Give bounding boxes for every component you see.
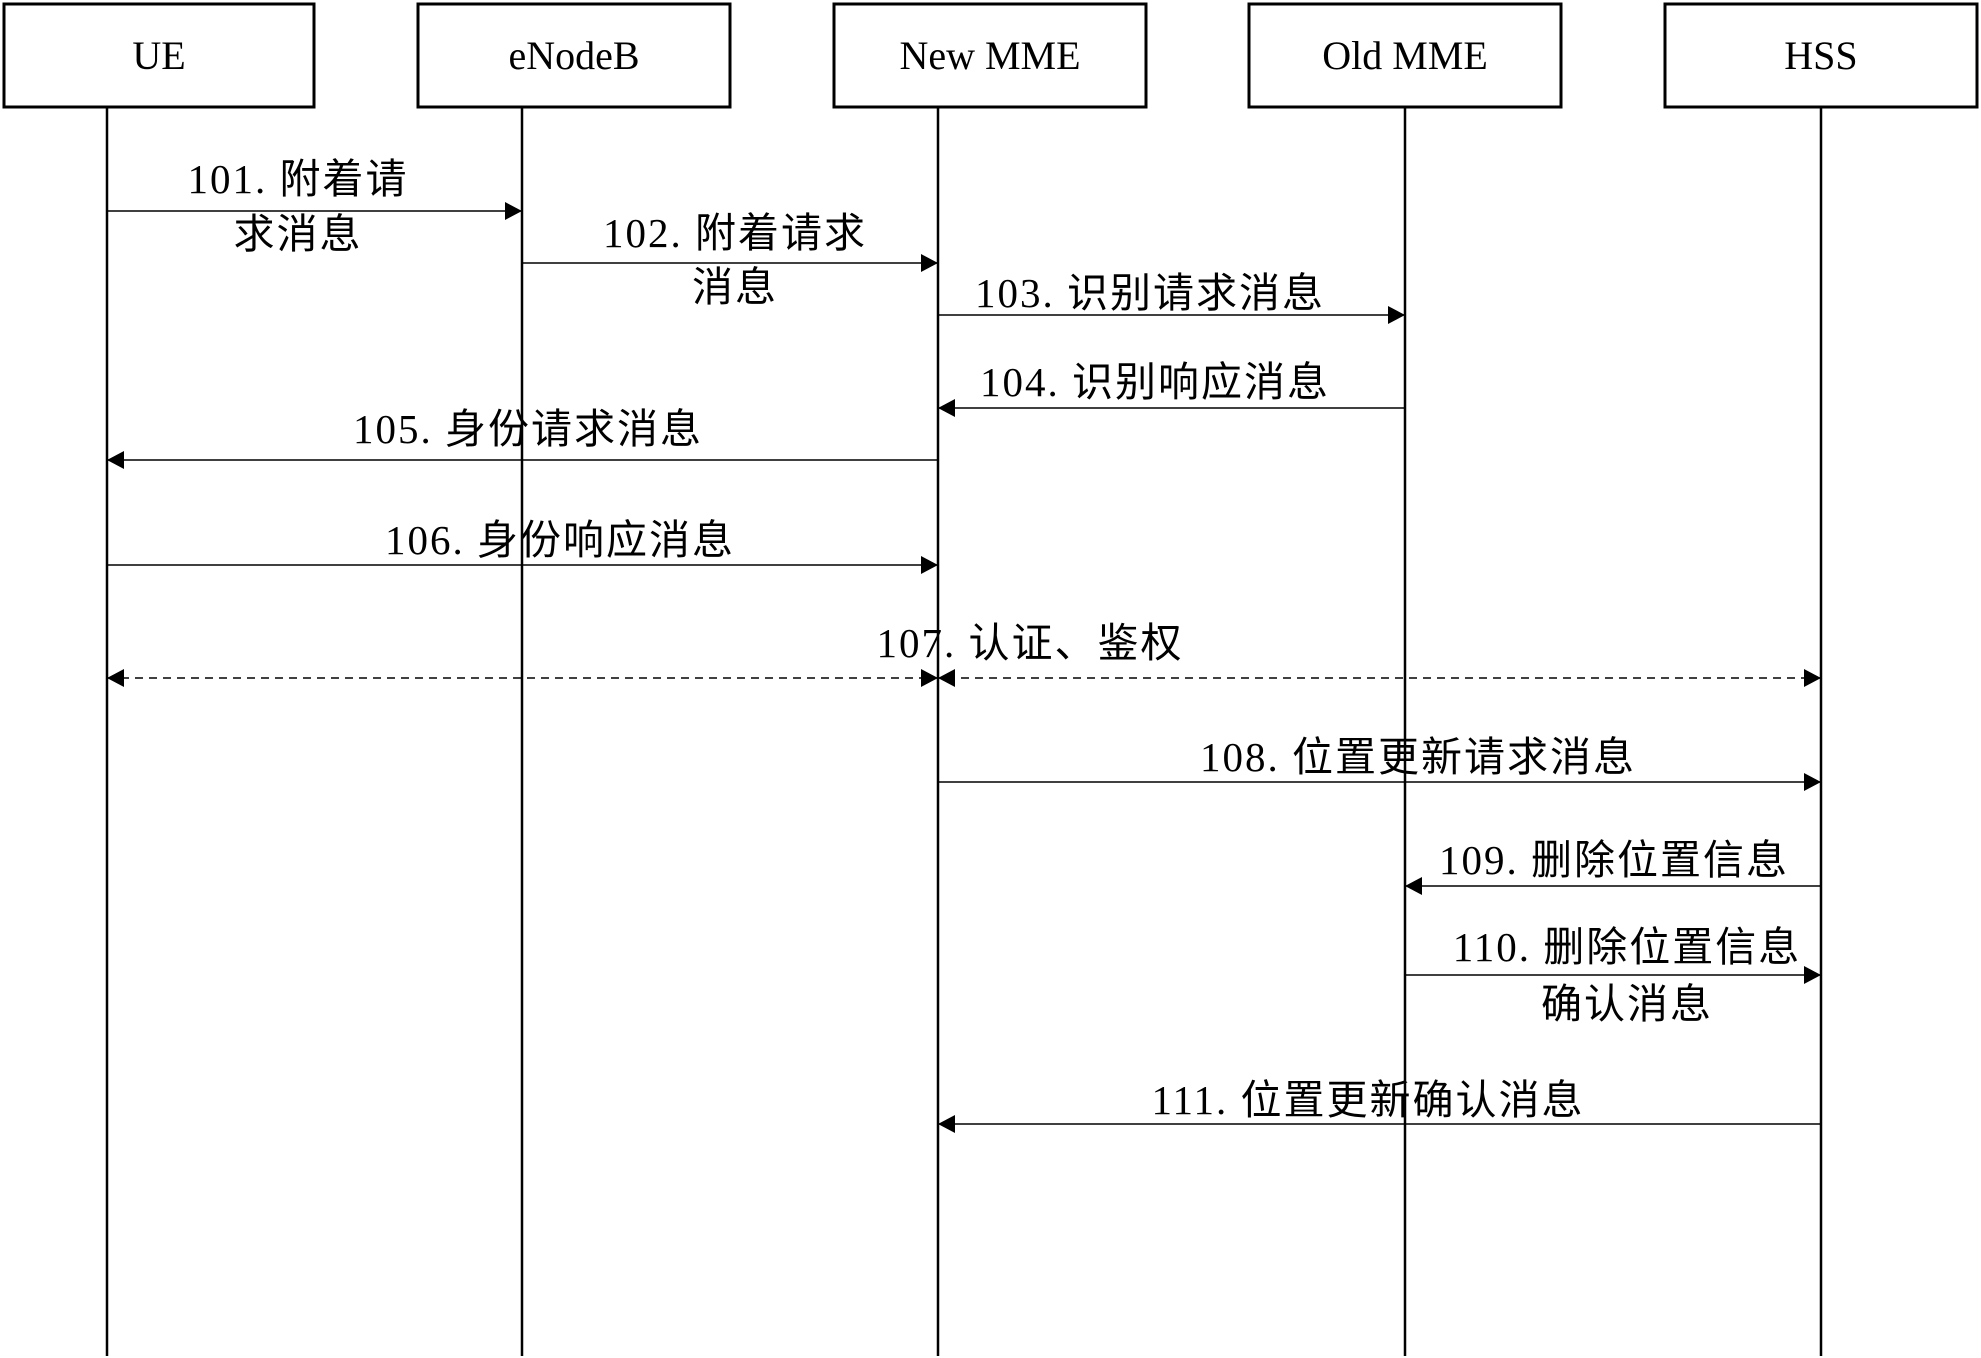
message-label: 109. 删除位置信息 [1439,837,1789,883]
arrowhead [921,254,938,272]
arrowhead [921,556,938,574]
entity-ue: UE [2,2,316,1356]
message-label: 107. 认证、鉴权 [877,620,1184,666]
message-label: 确认消息 [1541,981,1713,1027]
arrowhead [938,1115,955,1133]
entity-label: New MME [899,33,1080,78]
message-103: 103. 识别请求消息 [938,270,1405,324]
message-111: 111. 位置更新确认消息 [938,1077,1821,1133]
entity-label: HSS [1784,33,1857,78]
message-label: 106. 身份响应消息 [385,517,735,563]
entities: UE eNodeB New MME Old MME HSS [2,2,1979,1356]
arrowhead [938,669,955,687]
message-107: 107. 认证、鉴权 [107,620,1821,687]
entity-old-mme: Old MME [1247,2,1563,1356]
arrowhead [107,669,124,687]
message-label: 111. 位置更新确认消息 [1152,1077,1585,1123]
arrowhead [1405,877,1422,895]
entity-label: eNodeB [508,33,639,78]
message-105: 105. 身份请求消息 [107,406,938,469]
arrowhead [921,669,938,687]
message-104: 104. 识别响应消息 [938,359,1405,417]
message-109: 109. 删除位置信息 [1405,837,1821,895]
arrowhead [505,202,522,220]
entity-enodeb: eNodeB [416,2,732,1356]
entity-hss: HSS [1663,2,1979,1356]
message-label: 108. 位置更新请求消息 [1200,734,1636,780]
arrowhead [938,399,955,417]
message-label: 求消息 [234,211,363,257]
message-label: 102. 附着请求 [603,210,867,256]
message-label: 104. 识别响应消息 [980,359,1330,405]
arrowhead [1804,773,1821,791]
message-102: 102. 附着请求消息 [522,210,938,310]
arrowhead [1388,306,1405,324]
arrowhead [107,451,124,469]
message-106: 106. 身份响应消息 [107,517,938,574]
message-label: 105. 身份请求消息 [353,406,703,452]
message-label: 103. 识别请求消息 [975,270,1325,316]
entity-label: UE [132,33,185,78]
message-108: 108. 位置更新请求消息 [938,734,1821,791]
message-101: 101. 附着请求消息 [107,156,522,257]
entity-new-mme: New MME [832,2,1148,1356]
messages: 101. 附着请求消息 102. 附着请求消息 103. 识别请求消息104. 识别… [107,156,1821,1133]
entity-label: Old MME [1322,33,1488,78]
message-label: 110. 删除位置信息 [1453,924,1801,970]
message-label: 101. 附着请 [188,156,409,202]
message-110: 110. 删除位置信息确认消息 [1405,924,1821,1027]
arrowhead [1804,669,1821,687]
message-label: 消息 [692,264,778,310]
arrowhead [1804,966,1821,984]
sequence-diagram: UE eNodeB New MME Old MME HSS 101. 附着请求消息 102… [2,2,1979,1356]
